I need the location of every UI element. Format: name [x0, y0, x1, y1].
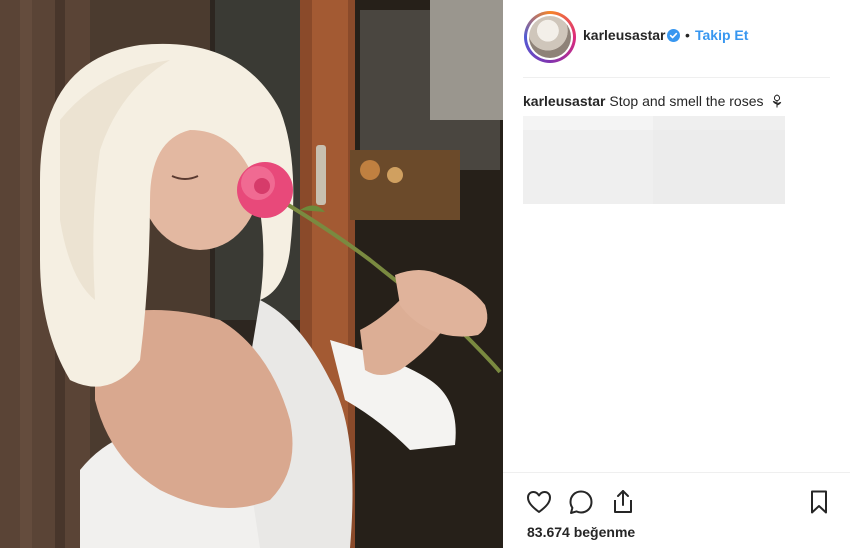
avatar-frame [527, 14, 573, 60]
comment-icon[interactable] [567, 488, 595, 516]
separator-dot: • [685, 27, 690, 43]
caption-username-link[interactable]: karleusastar [523, 93, 606, 109]
comments-placeholder-strip [523, 116, 653, 130]
avatar-image [529, 16, 571, 58]
post-actions [503, 482, 850, 520]
actions-divider [503, 472, 850, 473]
bookmark-icon[interactable] [805, 488, 833, 516]
instagram-post: karleusastar • Takip Et karleusastar Sto… [0, 0, 850, 548]
rose-icon [771, 94, 783, 112]
verified-badge-icon [667, 29, 680, 42]
post-header: karleusastar • Takip Et [503, 0, 850, 76]
post-side-panel: karleusastar • Takip Et karleusastar Sto… [503, 0, 850, 548]
follow-button[interactable]: Takip Et [695, 27, 748, 43]
share-icon[interactable] [609, 488, 637, 516]
username-link[interactable]: karleusastar [583, 27, 666, 43]
caption-text: Stop and smell the roses [609, 93, 764, 109]
avatar[interactable] [524, 11, 576, 63]
heart-icon[interactable] [525, 488, 553, 516]
header-divider [523, 77, 830, 78]
post-caption: karleusastar Stop and smell the roses [523, 92, 783, 112]
like-count[interactable]: 83.674 beğenme [527, 524, 635, 540]
comments-placeholder-block [653, 130, 785, 204]
post-photo-illustration [0, 0, 503, 548]
post-photo[interactable] [0, 0, 503, 548]
